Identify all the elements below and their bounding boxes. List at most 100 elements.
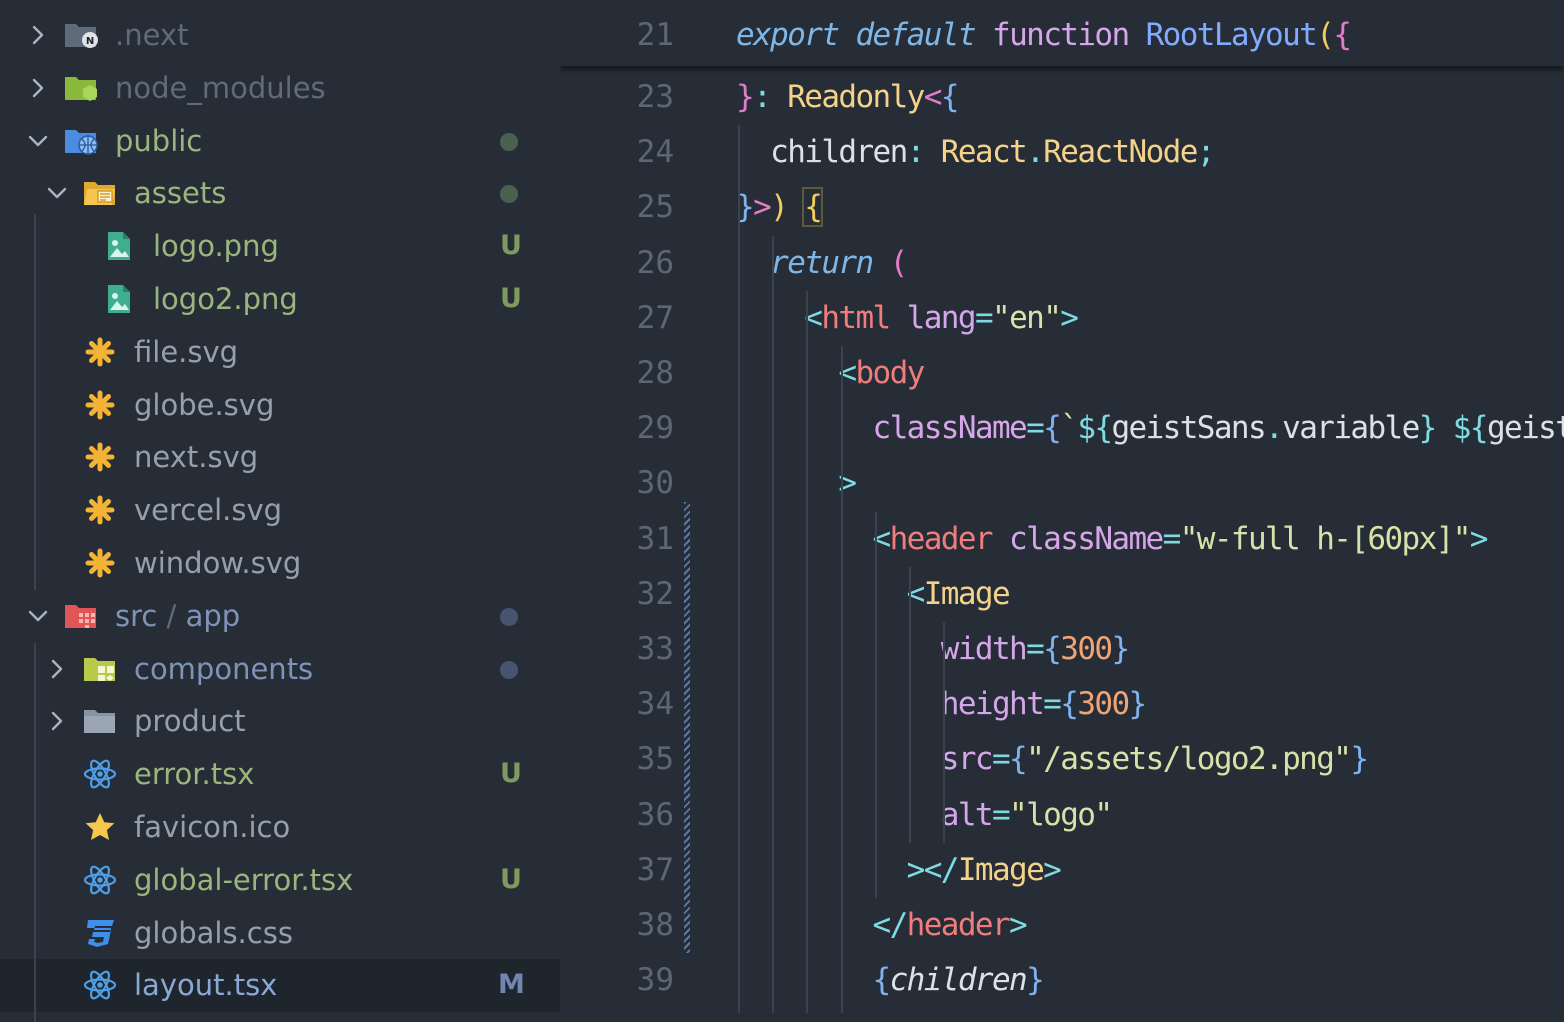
code-token: : [753, 79, 788, 115]
chevron-right-icon[interactable] [26, 23, 50, 47]
tree-file-window-svg[interactable]: window.svg [0, 537, 560, 590]
code-token: = [991, 796, 1011, 833]
tree-item-label: file.svg [134, 334, 238, 370]
line-number: 23 [636, 79, 674, 115]
tree-item-name: product [134, 704, 246, 739]
code-line[interactable]: 32 <Image [560, 567, 1564, 622]
tree-item-label: node_modules [115, 70, 326, 106]
tree-item-label: error.tsx [134, 756, 254, 792]
sticky-scroll-header[interactable]: 21 export default function RootLayout({ [560, 0, 1564, 66]
code-line[interactable]: 39 {children} [560, 953, 1564, 1008]
tree-item-name: public [115, 123, 203, 158]
code-line-content: }>) { [736, 180, 824, 235]
chevron-right-icon[interactable] [45, 657, 69, 681]
file-explorer: N .next node_modules public assets logo.png Ul… [0, 0, 560, 1022]
tree-file-logo2-png[interactable]: logo2.png U [0, 273, 560, 326]
code-token: { [802, 187, 824, 228]
components-folder-icon [83, 654, 117, 684]
line-number: 24 [636, 134, 674, 171]
tree-folder-product[interactable]: product [0, 695, 560, 748]
code-line[interactable]: 33 width={300} [560, 622, 1564, 677]
chevron-right-icon[interactable] [45, 709, 69, 733]
tree-item-label: favicon.ico [134, 809, 290, 845]
code-line[interactable]: 31 <header className="w-full h-[60px]"> [560, 512, 1564, 567]
code-line[interactable]: 26 return ( [560, 236, 1564, 291]
tree-file-logo-png[interactable]: logo.png U [0, 220, 560, 273]
chevron-down-icon[interactable] [26, 604, 50, 628]
code-token: body [855, 355, 925, 391]
code-line[interactable]: 25}>) { [560, 180, 1564, 235]
code-line[interactable]: 36 alt="logo" [560, 788, 1564, 843]
code-line[interactable]: 35 src={"/assets/logo2.png"} [560, 732, 1564, 787]
git-status-dot [500, 185, 518, 204]
line-number: 38 [636, 907, 674, 943]
code-token: 300 [1077, 686, 1130, 723]
tree-item-name: node_modules [115, 70, 326, 105]
code-line-content: <html lang="en"> [736, 291, 1079, 346]
image-file-icon [102, 231, 136, 261]
tree-file-file-svg[interactable]: file.svg [0, 326, 560, 379]
code-line[interactable]: 28 <body [560, 346, 1564, 401]
tree-item-label: product [134, 703, 246, 739]
code-line[interactable]: 24 children: React.ReactNode; [560, 125, 1564, 180]
code-token: ></ [736, 851, 960, 888]
svg-file-icon [83, 390, 117, 420]
tree-item-name: logo2.png [153, 282, 298, 316]
line-number: 39 [636, 962, 674, 999]
tree-folder-public[interactable]: public [0, 115, 560, 168]
tree-file-vercel-svg[interactable]: vercel.svg [0, 484, 560, 537]
tree-item-name: app [185, 598, 241, 633]
code-token: className [1009, 520, 1164, 557]
tree-item-name: favicon.ico [134, 810, 291, 844]
code-token: > [1009, 907, 1028, 943]
code-token: children [889, 962, 1028, 999]
code-line-content: ></Image> [736, 843, 1062, 898]
tree-file-global-error-tsx[interactable]: global-error.tsx U [0, 854, 560, 907]
tree-file-globe-svg[interactable]: globe.svg [0, 379, 560, 432]
tree-file-favicon-ico[interactable]: favicon.ico [0, 801, 560, 854]
code-line-content: <body [736, 346, 925, 401]
code-token: height [736, 686, 1045, 723]
code-line-content: }: Readonly<{ [736, 70, 959, 125]
tree-folder-assets[interactable]: assets [0, 167, 560, 220]
code-line[interactable]: 30 > [560, 456, 1564, 511]
git-status-badge: U [500, 758, 522, 790]
tree-folder-src-app[interactable]: src / app [0, 590, 560, 643]
code-token: Readonly [787, 79, 925, 115]
code-line[interactable]: 23 }: Readonly<{ [560, 70, 1564, 125]
line-number: 36 [636, 796, 674, 833]
chevron-right-icon[interactable] [26, 76, 50, 100]
code-token: . [1026, 134, 1045, 171]
chevron-down-icon[interactable] [45, 181, 69, 205]
line-number: 34 [636, 686, 674, 723]
code-token: children [736, 134, 908, 171]
chevron-down-icon[interactable] [26, 129, 50, 153]
tree-item-name: logo.png [153, 229, 279, 264]
code-line[interactable]: 37 ></Image> [560, 843, 1564, 898]
code-line[interactable]: 27 <html lang="en"> [560, 291, 1564, 346]
git-status-badge: U [500, 230, 522, 262]
tree-folder-components[interactable]: components [0, 643, 560, 696]
tree-item-label: logo.png [153, 228, 279, 264]
code-editor[interactable]: 21 export default function RootLayout({ 2… [560, 0, 1564, 1022]
svg-file-icon [83, 548, 117, 578]
git-status-dot [500, 132, 518, 151]
code-line[interactable]: 29 className={`${geistSans.variable} ${g… [560, 401, 1564, 456]
svg-file-icon [83, 337, 117, 367]
tree-file-next-svg[interactable]: next.svg [0, 431, 560, 484]
favicon-star-icon [83, 812, 117, 842]
tree-folder-next[interactable]: N .next [0, 9, 560, 62]
tree-file-layout-tsx[interactable]: layout.tsx M [0, 959, 560, 1013]
tree-folder-node-modules[interactable]: node_modules [0, 62, 560, 115]
tree-file-globals-css[interactable]: globals.css [0, 907, 560, 960]
code-token: Image [923, 575, 1011, 612]
code-line[interactable]: 34 height={300} [560, 677, 1564, 732]
code-line[interactable]: 38 </header> [560, 898, 1564, 953]
tree-file-error-tsx[interactable]: error.tsx U [0, 748, 560, 801]
code-token: geistMono [1486, 410, 1564, 447]
code-token: 300 [1060, 631, 1113, 667]
svg-file-icon [83, 495, 117, 525]
git-added-lines-indicator[interactable] [684, 501, 690, 954]
